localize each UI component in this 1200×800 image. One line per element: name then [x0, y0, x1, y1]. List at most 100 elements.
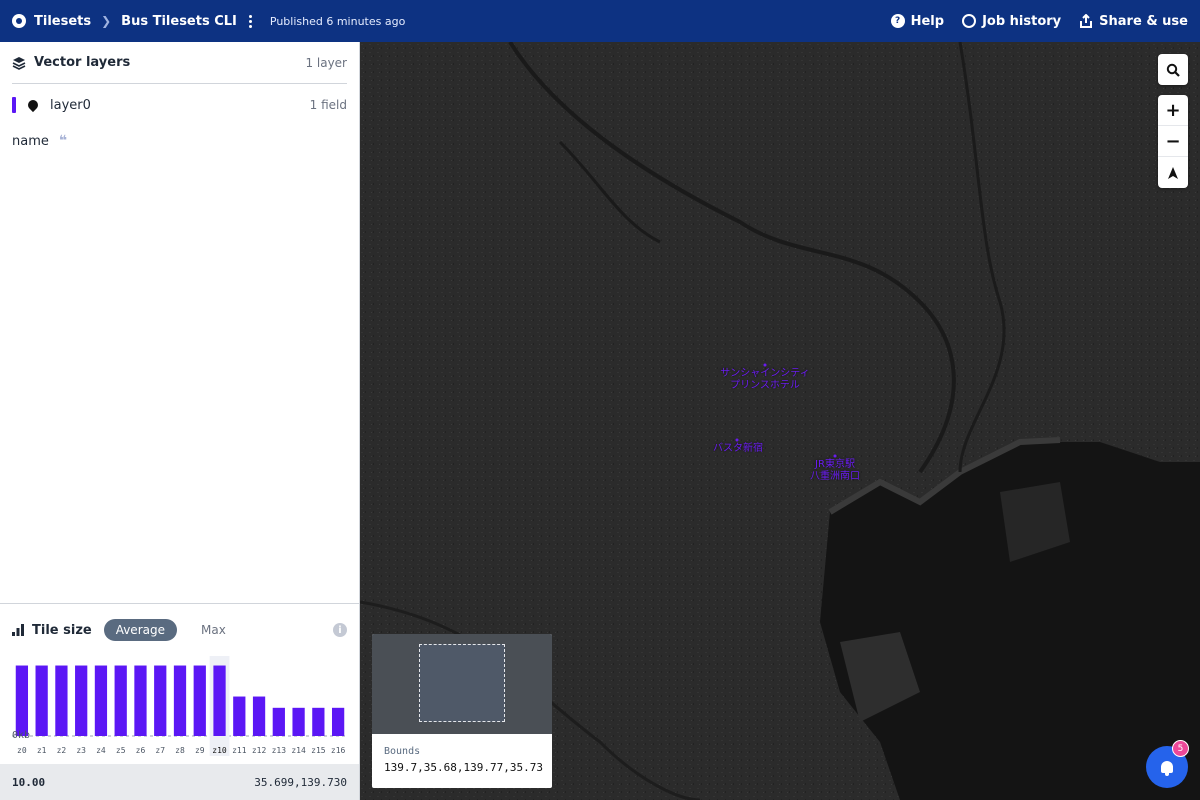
breadcrumb-tilesets[interactable]: Tilesets: [34, 14, 91, 29]
chart-bar-z16[interactable]: [331, 707, 345, 736]
mapbox-logo-icon[interactable]: [12, 14, 26, 28]
plus-icon: +: [1165, 99, 1181, 121]
map-label-line: プリンスホテル: [730, 380, 800, 391]
chart-bar-z0[interactable]: [15, 665, 29, 736]
chart-tick-label: z11: [232, 746, 247, 755]
chart-bar-z13[interactable]: [272, 707, 285, 736]
chart-tick-label: z15: [311, 746, 326, 755]
chart-bar-z3[interactable]: [75, 665, 88, 736]
job-history-button[interactable]: Job history: [962, 14, 1061, 29]
chart-bar-z4[interactable]: [94, 665, 108, 736]
map-label-line: サンシャインシティ: [720, 368, 810, 379]
chart-bar-z12[interactable]: [252, 696, 266, 736]
chart-bar-z7[interactable]: [154, 665, 167, 736]
map-label-line: 八重洲南口: [810, 471, 860, 482]
chart-bar-z15[interactable]: [312, 707, 325, 736]
chart-tick-label: z0: [17, 746, 27, 755]
map-view[interactable]: サンシャインシティ プリンスホテル バスタ新宿 JR東京駅 八重洲南口 + − …: [360, 42, 1200, 800]
chart-tick-label: z4: [96, 746, 106, 755]
cursor-coordinates: 35.699,139.730: [254, 775, 347, 789]
zoom-level: 10.00: [12, 775, 46, 789]
zoom-in-button[interactable]: +: [1158, 95, 1188, 126]
breadcrumb-tileset-name[interactable]: Bus Tilesets CLI: [121, 14, 237, 29]
share-button[interactable]: Share & use: [1079, 14, 1188, 29]
chevron-right-icon: ❯: [101, 14, 112, 28]
sidebar: Vector layers 1 layer layer0 1 field nam…: [0, 42, 360, 800]
average-tab[interactable]: Average: [103, 619, 177, 641]
chart-tick-label: z2: [57, 746, 67, 755]
compass-button[interactable]: [1158, 157, 1188, 188]
map-search-button[interactable]: [1158, 54, 1188, 85]
chart-bar-z1[interactable]: [35, 665, 48, 736]
chart-tick-label: z5: [116, 746, 126, 755]
map-label-tokyo-station[interactable]: JR東京駅 八重洲南口: [795, 459, 875, 483]
chart-tick-label: z3: [76, 746, 86, 755]
chart-tick-label: z6: [136, 746, 146, 755]
layer-field-count: 1 field: [309, 98, 347, 112]
notifications-button[interactable]: 5: [1146, 740, 1189, 788]
field-name: name: [12, 133, 49, 149]
bell-icon: [1161, 761, 1173, 776]
bar-chart-icon: [12, 624, 24, 636]
search-control: [1158, 54, 1188, 85]
tile-size-chart-svg: z0 z1 z2 z3 z4 z5 z6 z7 z8 z9 z10 z11 z12 z13 z14 z15 z1…: [12, 656, 348, 756]
tile-size-chart: z0 z1 z2 z3 z4 z5 z6 z7 z8 z9 z10 z11 z12 z13 z14 z15 z1…: [12, 656, 348, 756]
more-options-icon[interactable]: [245, 14, 256, 28]
tile-size-title: Tile size: [32, 622, 92, 638]
vector-layers-header: Vector layers 1 layer: [12, 42, 347, 84]
minus-icon: −: [1165, 130, 1181, 152]
chart-tick-label: z13: [272, 746, 287, 755]
map-label-line: JR東京駅: [815, 459, 855, 470]
max-tab[interactable]: Max: [189, 619, 238, 641]
bounds-minimap: Bounds 139.7,35.68,139.77,35.73: [372, 634, 552, 788]
chart-tick-label: z1: [37, 746, 47, 755]
map-label-line: バスタ新宿: [713, 443, 763, 454]
chart-tick-label: z8: [175, 746, 185, 755]
share-label: Share & use: [1099, 13, 1188, 29]
share-icon: [1080, 14, 1093, 28]
bounds-label: Bounds: [384, 746, 421, 757]
chart-tick-label: z16: [331, 746, 346, 755]
chart-bar-z9[interactable]: [193, 665, 206, 736]
chart-tick-label: z10: [212, 746, 227, 755]
compass-icon: [1168, 166, 1178, 179]
chart-tick-label: z9: [195, 746, 205, 755]
chart-bar-z6[interactable]: [134, 665, 147, 736]
chart-bar-z5[interactable]: [114, 665, 127, 736]
layer-name: layer0: [50, 97, 91, 113]
chart-bar-z14[interactable]: [292, 707, 305, 736]
published-status: Published 6 minutes ago: [269, 14, 406, 28]
layers-icon: [12, 56, 26, 70]
chart-tick-label: z14: [291, 746, 306, 755]
zoom-out-button[interactable]: −: [1158, 126, 1188, 157]
search-icon: [1166, 63, 1180, 77]
chart-bar-z8[interactable]: [173, 665, 187, 736]
chart-bar-z2[interactable]: [55, 665, 68, 736]
status-bar: 10.00 35.699,139.730: [0, 764, 359, 800]
layer-color-swatch: [12, 97, 16, 113]
chart-tick-label: z7: [155, 746, 165, 755]
help-label: Help: [910, 13, 945, 29]
point-marker-icon: [25, 97, 41, 113]
quote-icon: ❝: [58, 133, 68, 149]
info-icon[interactable]: i: [333, 623, 347, 637]
help-button[interactable]: ? Help: [890, 13, 945, 29]
bounds-rectangle: [419, 644, 505, 722]
clock-icon: [962, 14, 977, 28]
bounds-value: 139.7,35.68,139.77,35.73: [384, 761, 543, 774]
chart-bar-z10[interactable]: [213, 665, 226, 736]
job-history-label: Job history: [982, 13, 1062, 29]
map-label-sunshine-city[interactable]: サンシャインシティ プリンスホテル: [700, 368, 830, 392]
field-item-name[interactable]: name ❝: [12, 126, 347, 156]
top-bar: Tilesets ❯ Bus Tilesets CLI Published 6 …: [0, 0, 1200, 42]
layer-item-layer0[interactable]: layer0 1 field: [12, 84, 347, 126]
question-icon: ?: [890, 14, 905, 28]
layer-count: 1 layer: [305, 55, 347, 70]
notification-count-badge: 5: [1172, 740, 1189, 757]
zoom-controls: + −: [1158, 95, 1188, 188]
chart-y-min-label: 0kb: [12, 730, 30, 741]
chart-tick-label: z12: [252, 746, 267, 755]
map-label-busta-shinjuku[interactable]: バスタ新宿: [698, 443, 778, 455]
chart-bar-z11[interactable]: [233, 696, 246, 736]
vector-layers-title: Vector layers: [34, 55, 131, 70]
